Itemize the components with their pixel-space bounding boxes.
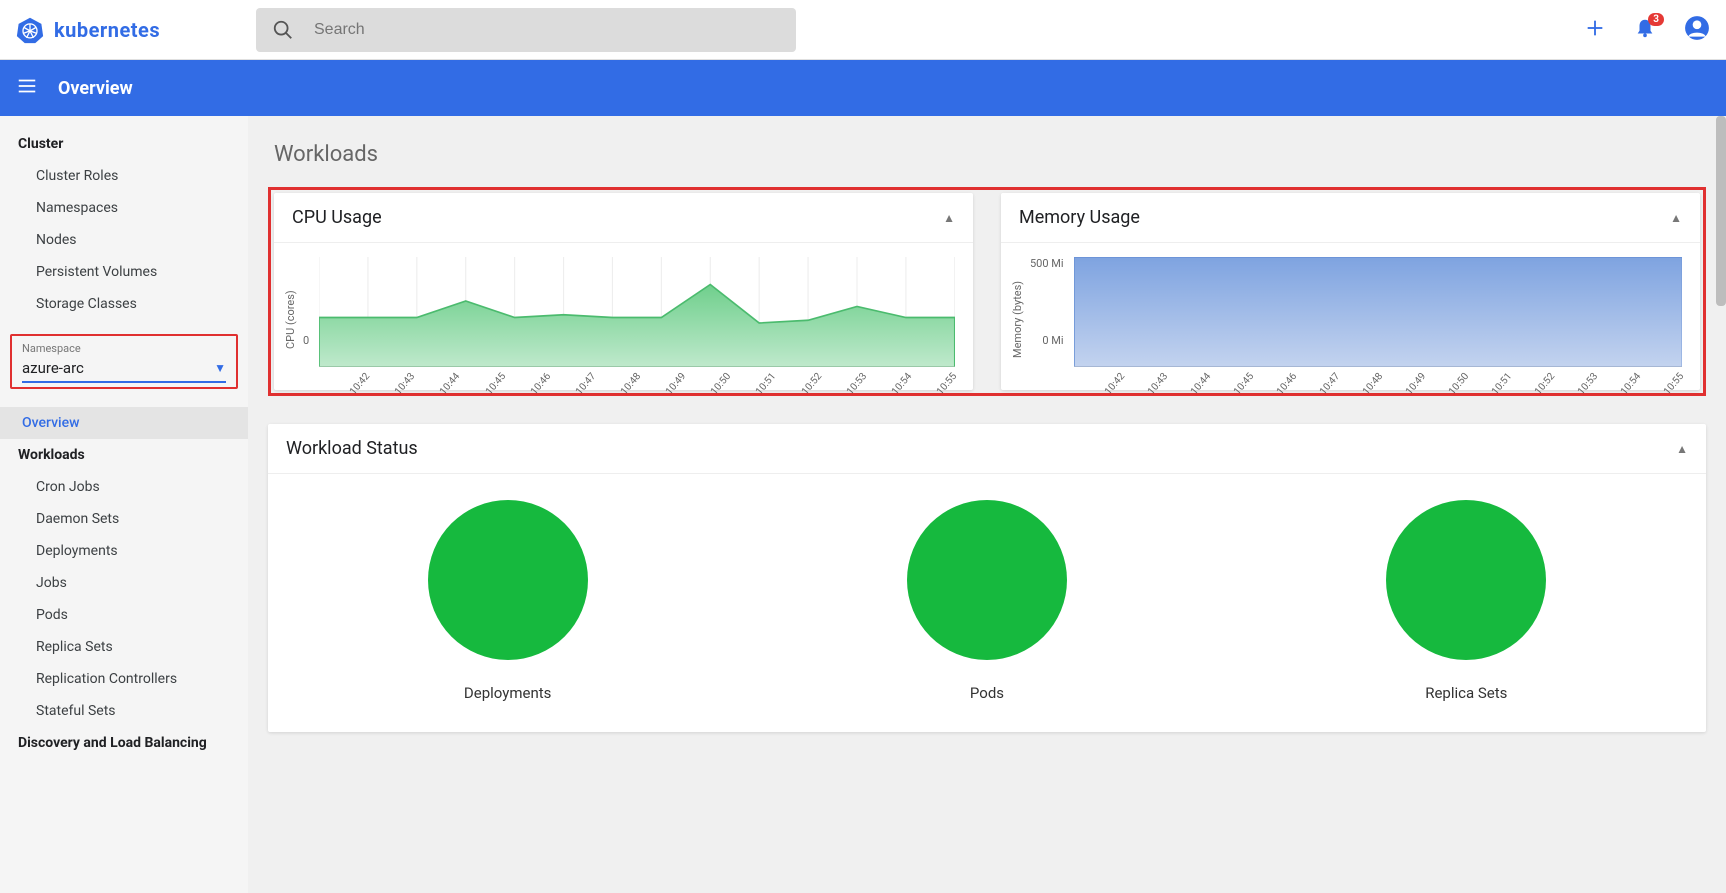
memory-usage-card: Memory Usage ▲ Memory (bytes) 500 Mi 0 M… — [1001, 193, 1700, 390]
status-label: Deployments — [464, 684, 551, 702]
sidebar-item-overview[interactable]: Overview — [0, 407, 248, 439]
memory-ylabel: Memory (bytes) — [1011, 257, 1024, 382]
usage-charts-row: CPU Usage ▲ CPU (cores) 0 10:4210:4310:4… — [268, 187, 1706, 396]
sidebar-item-pods[interactable]: Pods — [0, 599, 248, 631]
collapse-icon[interactable]: ▲ — [1670, 211, 1682, 225]
main-content: Workloads CPU Usage ▲ CPU (cores) 0 10:4… — [248, 116, 1726, 893]
create-button[interactable] — [1584, 17, 1606, 43]
notification-count: 3 — [1648, 13, 1664, 26]
sidebar-item-replica-sets[interactable]: Replica Sets — [0, 631, 248, 663]
sidebar-item-stateful-sets[interactable]: Stateful Sets — [0, 695, 248, 727]
cpu-card-title: CPU Usage — [292, 207, 382, 228]
workload-status-title: Workload Status — [286, 438, 418, 459]
memory-ymax: 500 Mi — [1030, 257, 1064, 270]
status-circle-icon — [907, 500, 1067, 660]
status-deployments: Deployments — [428, 500, 588, 702]
sidebar-heading-workloads[interactable]: Workloads — [0, 439, 248, 471]
caret-down-icon: ▼ — [214, 361, 226, 375]
brand-name: kubernetes — [54, 18, 160, 42]
sidebar-item-persistent-volumes[interactable]: Persistent Volumes — [0, 256, 248, 288]
topbar-actions: 3 — [1584, 15, 1710, 45]
search-icon — [272, 19, 294, 41]
search-box[interactable] — [256, 8, 796, 52]
user-icon — [1684, 15, 1710, 41]
cpu-chart — [319, 257, 955, 367]
sidebar-item-cluster-roles[interactable]: Cluster Roles — [0, 160, 248, 192]
status-circle-icon — [1386, 500, 1546, 660]
kubernetes-logo-icon — [16, 16, 44, 44]
sidebar-item-jobs[interactable]: Jobs — [0, 567, 248, 599]
collapse-icon[interactable]: ▲ — [943, 211, 955, 225]
scrollbar[interactable] — [1716, 116, 1726, 306]
sidebar-item-nodes[interactable]: Nodes — [0, 224, 248, 256]
user-button[interactable] — [1684, 15, 1710, 45]
notifications-button[interactable]: 3 — [1634, 17, 1656, 43]
menu-button[interactable] — [16, 75, 38, 101]
sidebar-item-daemon-sets[interactable]: Daemon Sets — [0, 503, 248, 535]
sidebar: Cluster Cluster Roles Namespaces Nodes P… — [0, 116, 248, 893]
namespace-label: Namespace — [22, 342, 226, 355]
memory-chart — [1074, 257, 1682, 367]
sidebar-item-storage-classes[interactable]: Storage Classes — [0, 288, 248, 320]
status-label: Replica Sets — [1425, 684, 1507, 702]
plus-icon — [1584, 17, 1606, 39]
page-context-title: Overview — [58, 78, 133, 99]
hamburger-icon — [16, 75, 38, 97]
cpu-ymin: 0 — [303, 334, 309, 347]
cpu-ylabel: CPU (cores) — [284, 257, 297, 382]
memory-xticks: 10:4210:4310:4410:4510:4610:4710:4810:49… — [1074, 367, 1682, 382]
search-input[interactable] — [314, 21, 780, 39]
sidebar-heading-cluster[interactable]: Cluster — [0, 128, 248, 160]
status-replica-sets: Replica Sets — [1386, 500, 1546, 702]
sidebar-item-cron-jobs[interactable]: Cron Jobs — [0, 471, 248, 503]
sidebar-item-namespaces[interactable]: Namespaces — [0, 192, 248, 224]
status-circle-icon — [428, 500, 588, 660]
status-pods: Pods — [907, 500, 1067, 702]
sidebar-item-deployments[interactable]: Deployments — [0, 535, 248, 567]
memory-ymin: 0 Mi — [1030, 334, 1064, 347]
cpu-xticks: 10:4210:4310:4410:4510:4610:4710:4810:49… — [319, 367, 955, 382]
namespace-selector[interactable]: Namespace azure-arc ▼ — [10, 334, 238, 389]
cpu-usage-card: CPU Usage ▲ CPU (cores) 0 10:4210:4310:4… — [274, 193, 973, 390]
page-title: Workloads — [268, 132, 1706, 187]
top-bar: kubernetes 3 — [0, 0, 1726, 60]
workload-status-card: Workload Status ▲ Deployments Pods Repli… — [268, 424, 1706, 732]
blue-bar: Overview — [0, 60, 1726, 116]
sidebar-item-replication-controllers[interactable]: Replication Controllers — [0, 663, 248, 695]
collapse-icon[interactable]: ▲ — [1676, 442, 1688, 456]
memory-card-title: Memory Usage — [1019, 207, 1140, 228]
sidebar-heading-discovery[interactable]: Discovery and Load Balancing — [0, 727, 248, 759]
status-label: Pods — [970, 684, 1004, 702]
logo[interactable]: kubernetes — [16, 16, 256, 44]
namespace-value: azure-arc — [22, 359, 84, 377]
